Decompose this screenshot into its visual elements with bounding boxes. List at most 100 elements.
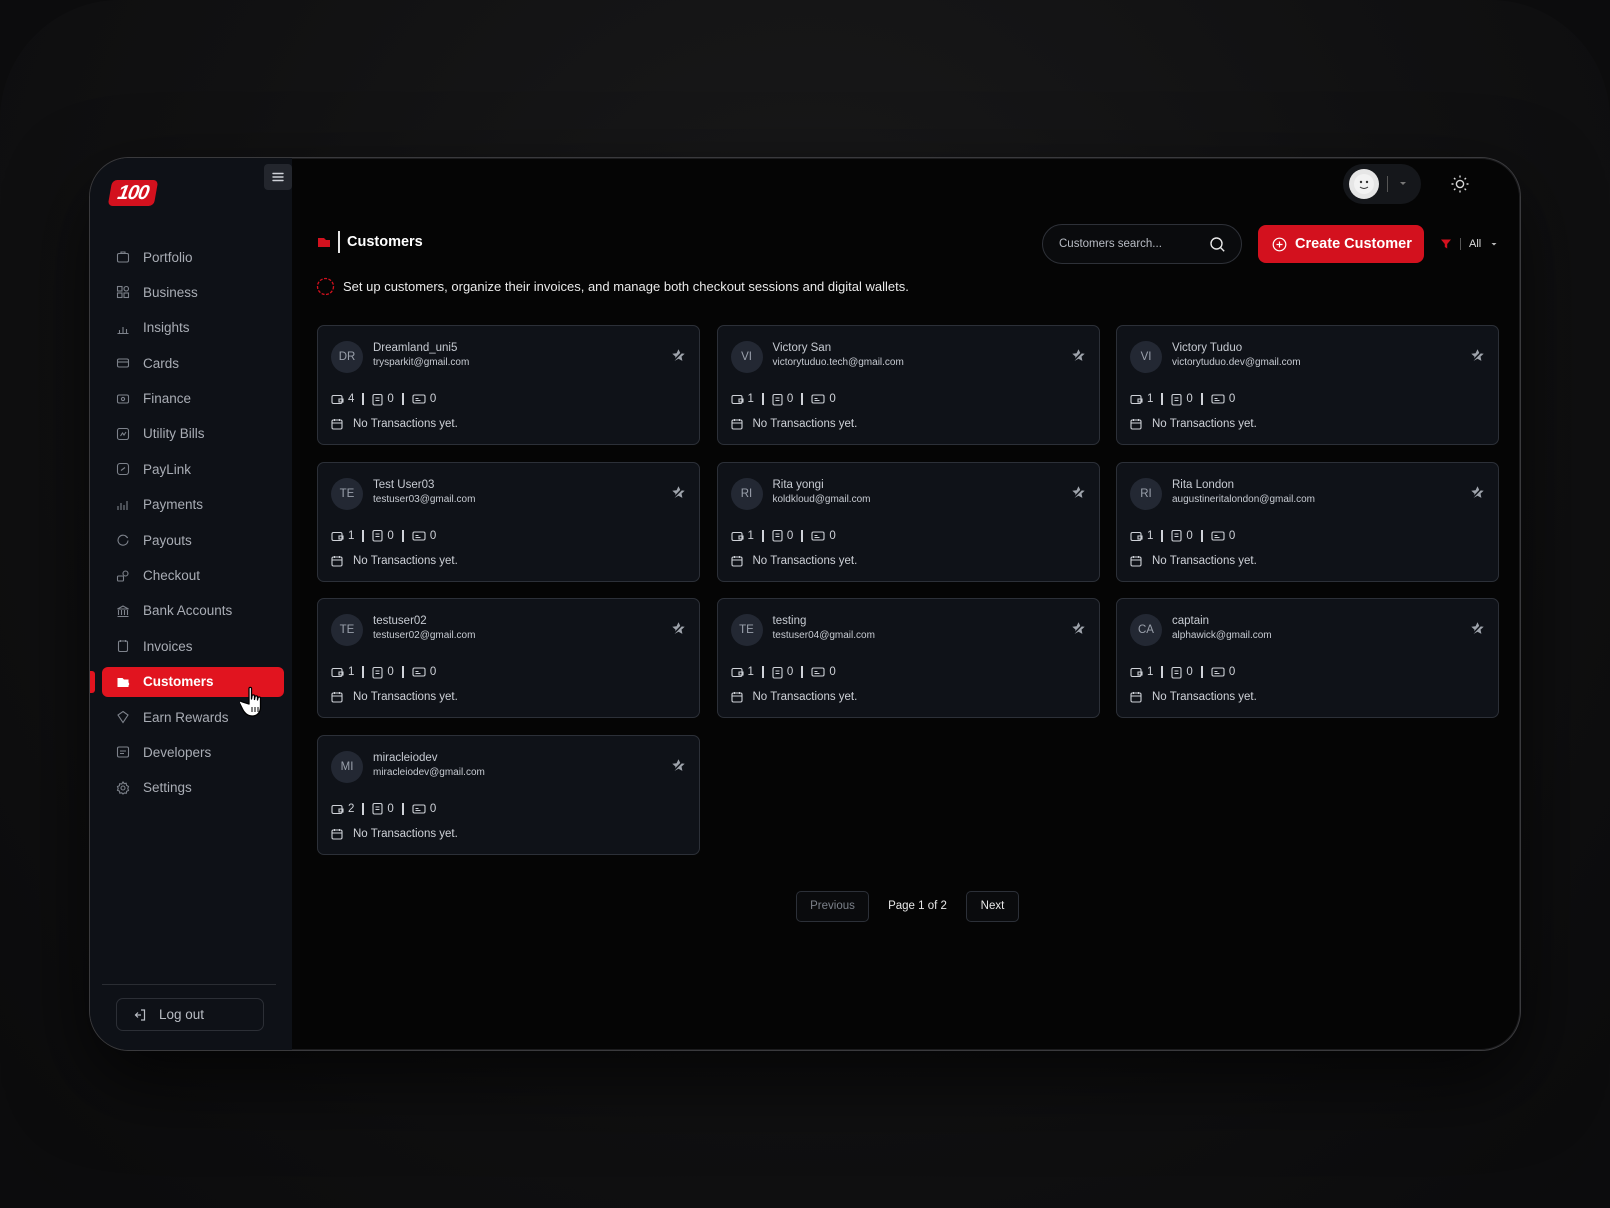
user-menu[interactable]: [1343, 164, 1421, 204]
customer-card[interactable]: RI Rita yongi koldkloud@gmail.com 1 0 0 No Tra…: [716, 461, 1100, 582]
favorite-star-icon[interactable]: [1470, 485, 1485, 500]
favorite-star-icon[interactable]: [671, 758, 686, 773]
active-indicator: [90, 670, 95, 693]
sidebar-item-utility-bills[interactable]: Utility Bills: [102, 419, 284, 449]
checkout-icon: [1211, 531, 1225, 541]
page-indicator: Page 1 of 2: [888, 900, 947, 912]
transactions-status: No Transactions yet.: [730, 417, 857, 431]
transactions-text: No Transactions yet.: [353, 827, 458, 840]
wallets-count: 1: [747, 529, 754, 542]
sidebar-item-label: PayLink: [143, 461, 192, 477]
favorite-star-icon[interactable]: [671, 348, 686, 363]
wallet-icon: [331, 804, 344, 814]
info-circle-icon: [316, 277, 335, 295]
create-customer-button[interactable]: Create Customer: [1258, 225, 1424, 263]
favorite-star-icon[interactable]: [1071, 348, 1086, 363]
invoice-icon: [372, 666, 383, 679]
settings-icon: [116, 780, 130, 795]
sidebar-item-payouts[interactable]: Payouts: [102, 525, 284, 555]
sidebar-collapse-button[interactable]: [264, 164, 292, 190]
favorite-star-icon[interactable]: [1071, 621, 1086, 636]
checkout-icon: [811, 394, 825, 404]
checkouts-count: 0: [829, 666, 836, 679]
sidebar-item-earn-rewards[interactable]: Earn Rewards: [102, 702, 284, 732]
wallets-count: 2: [348, 802, 355, 815]
customer-card[interactable]: TE testuser02 testuser02@gmail.com 1 0 0 No Tr…: [317, 598, 700, 719]
sun-icon[interactable]: [1450, 174, 1470, 194]
wallets-stat: 1: [730, 529, 754, 542]
calendar-icon: [331, 828, 343, 840]
favorite-star-icon[interactable]: [671, 621, 686, 636]
calendar-icon: [331, 692, 343, 703]
customer-card[interactable]: VI Victory Tuduo victorytuduo.dev@gmail.co…: [1116, 325, 1499, 445]
customer-card[interactable]: DR Dreamland_uni5 trysparkit@gmail.com 4 0 0 N…: [317, 325, 700, 445]
checkout-icon: [412, 531, 426, 541]
sidebar-item-insights[interactable]: Insights: [102, 313, 284, 343]
checkouts-stat: 0: [412, 530, 436, 542]
customer-card[interactable]: VI Victory San victorytuduo.tech@gmail.com…: [716, 325, 1100, 445]
stat-separator: [1161, 666, 1164, 679]
sidebar-item-customers[interactable]: Customers: [90, 666, 284, 717]
customer-card[interactable]: RI Rita London augustineritalondon@gmail.c…: [1116, 461, 1499, 582]
checkout-icon: [412, 394, 426, 404]
customer-card[interactable]: CA captain alphawick@gmail.com 1 0 0 No Transa…: [1116, 598, 1499, 719]
invoices-stat: 0: [1171, 393, 1193, 406]
customer-card[interactable]: MI miracleiodev miracleiodev@gmail.com 2 0 0 N…: [317, 734, 700, 855]
sidebar-item-developers[interactable]: Developers: [102, 737, 284, 767]
sidebar-item-cards[interactable]: Cards: [102, 348, 284, 378]
customer-card[interactable]: TE Test User03 testuser03@gmail.com 1 0 0 No T…: [317, 461, 700, 582]
sidebar-item-finance[interactable]: Finance: [102, 384, 284, 414]
sidebar-item-payments[interactable]: Payments: [102, 490, 284, 520]
search-input[interactable]: [1059, 238, 1209, 250]
invoices-stat: 0: [372, 529, 394, 542]
wallets-stat: 1: [730, 393, 754, 405]
customer-card[interactable]: TE testing testuser04@gmail.com 1 0 0 No Trans…: [716, 598, 1100, 719]
favorite-star-icon[interactable]: [1071, 485, 1086, 500]
sidebar-menu: Portfolio Business Insights Cards Finance Uti…: [90, 242, 284, 808]
sidebar-item-business[interactable]: Business: [102, 277, 284, 307]
customer-search[interactable]: [1042, 224, 1242, 264]
favorite-star-icon[interactable]: [1470, 621, 1485, 636]
customer-stats: 1 0 0: [1130, 529, 1235, 543]
customer-avatar: TE: [730, 614, 763, 647]
checkouts-count: 0: [429, 393, 437, 405]
stat-separator: [362, 393, 365, 405]
previous-page-button[interactable]: Previous: [796, 890, 869, 922]
stat-separator: [761, 393, 764, 405]
transactions-status: No Transactions yet.: [331, 417, 458, 431]
sidebar-item-portfolio[interactable]: Portfolio: [102, 242, 284, 272]
sidebar-item-label: Payouts: [143, 532, 192, 548]
invoice-icon: [372, 393, 383, 406]
calendar-icon: [1130, 555, 1142, 567]
finance-icon: [116, 392, 130, 406]
cards-icon: [116, 356, 130, 370]
invoices-count: 0: [1186, 393, 1193, 405]
brand-logo[interactable]: 100: [107, 180, 159, 206]
invoices-icon: [116, 639, 130, 653]
filter-dropdown[interactable]: All: [1440, 236, 1499, 252]
sidebar-item-label: Earn Rewards: [143, 709, 229, 725]
checkouts-stat: 0: [811, 666, 836, 679]
customer-email: augustineritalondon@gmail.com: [1172, 493, 1316, 505]
calendar-icon: [331, 555, 343, 567]
wallets-count: 1: [1147, 666, 1154, 679]
sidebar-item-settings[interactable]: Settings: [102, 773, 284, 803]
filter-value: All: [1469, 238, 1482, 250]
favorite-star-icon[interactable]: [671, 485, 686, 500]
customer-name: Rita yongi: [772, 478, 824, 491]
sidebar-item-paylink[interactable]: PayLink: [102, 454, 284, 484]
checkouts-count: 0: [429, 802, 437, 815]
sidebar-item-bank-accounts[interactable]: Bank Accounts: [102, 596, 284, 626]
next-page-button[interactable]: Next: [966, 890, 1019, 922]
invoices-stat: 0: [772, 529, 793, 542]
checkout-icon: [811, 667, 825, 677]
sidebar-item-checkout[interactable]: Checkout: [102, 561, 284, 591]
logout-button[interactable]: Log out: [116, 998, 264, 1031]
sidebar-item-label: Insights: [143, 320, 190, 336]
checkouts-stat: 0: [811, 530, 836, 542]
invoices-stat: 0: [772, 666, 793, 679]
stat-separator: [362, 666, 365, 679]
favorite-star-icon[interactable]: [1470, 348, 1485, 363]
checkouts-stat: 0: [1211, 666, 1235, 678]
sidebar-item-invoices[interactable]: Invoices: [102, 631, 284, 661]
